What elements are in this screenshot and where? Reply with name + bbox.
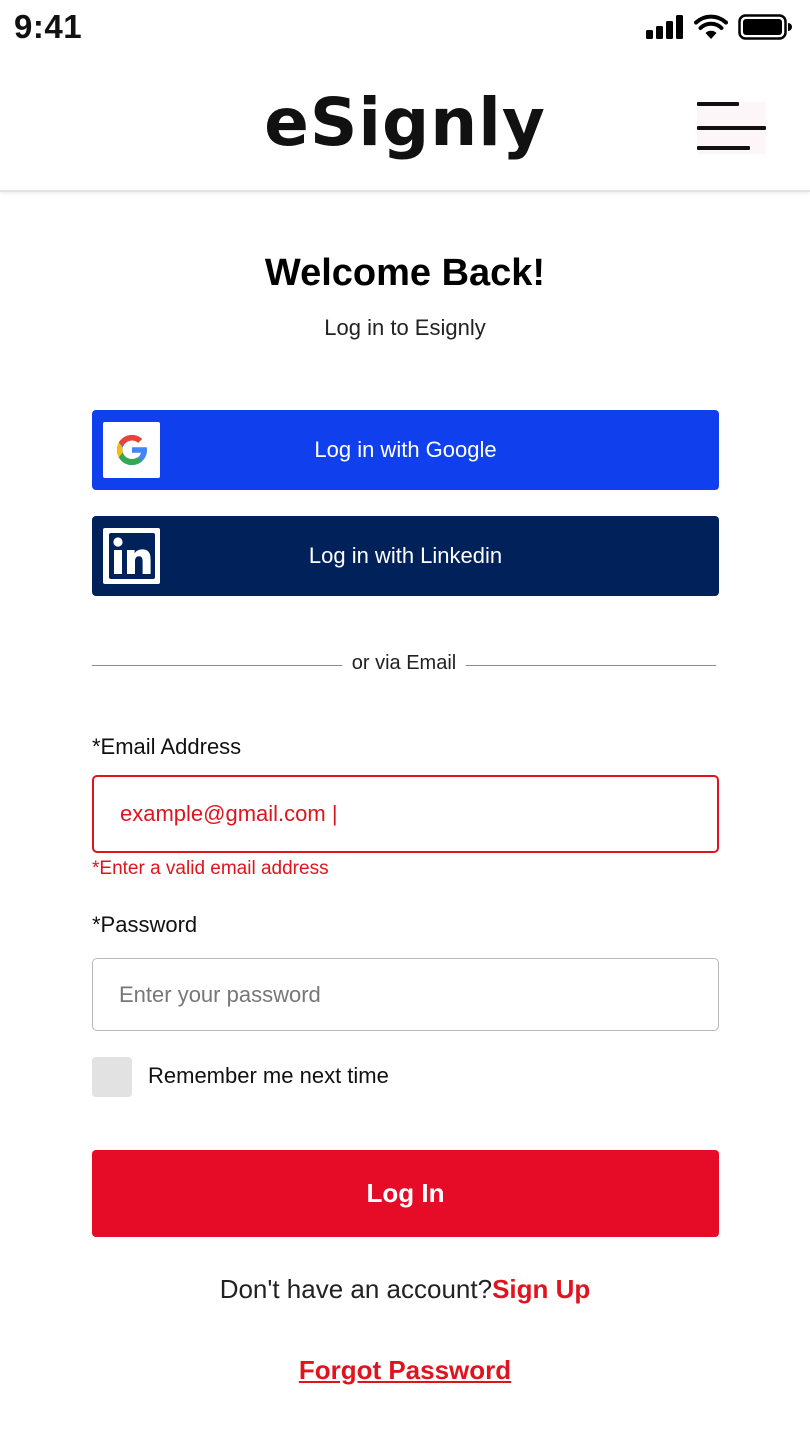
hamburger-menu-icon[interactable] [697, 102, 766, 154]
page-subtitle: Log in to Esignly [324, 315, 486, 340]
password-field[interactable]: Enter your password [92, 958, 719, 1031]
password-placeholder: Enter your password [119, 981, 321, 1007]
google-login-button[interactable]: Log in with Google [92, 410, 719, 490]
email-error-message: *Enter a valid email address [92, 858, 329, 879]
status-bar: 9:41 [0, 0, 810, 56]
login-button-label: Log In [366, 1178, 445, 1208]
remember-me-label[interactable]: Remember me next time [148, 1063, 389, 1089]
signup-prompt-row: Don't have an account?Sign Up [0, 1274, 810, 1305]
forgot-password-link[interactable]: Forgot Password [0, 1355, 810, 1386]
email-divider: or via Email [92, 652, 716, 678]
google-icon [103, 422, 160, 478]
signup-prompt-text: Don't have an account? [219, 1274, 493, 1304]
wifi-icon [694, 14, 728, 39]
page-title: Welcome Back! [264, 252, 546, 294]
login-button[interactable]: Log In [92, 1150, 719, 1237]
linkedin-icon [103, 528, 160, 584]
cellular-signal-icon [646, 15, 683, 39]
linkedin-login-button[interactable]: Log in with Linkedin [92, 516, 719, 596]
divider-text: or via Email [351, 652, 457, 674]
email-field-value: example@gmail.com | [120, 801, 338, 826]
battery-icon [738, 14, 792, 40]
email-label: *Email Address [92, 734, 242, 759]
app-header: eSignly [0, 56, 810, 192]
status-icons [646, 14, 792, 40]
esignly-logo[interactable]: eSignly [0, 84, 810, 161]
google-login-label: Log in with Google [314, 437, 497, 462]
email-field[interactable]: example@gmail.com | [92, 775, 719, 853]
status-time: 9:41 [14, 8, 83, 45]
password-label: *Password [92, 912, 198, 937]
signup-link[interactable]: Sign Up [492, 1274, 590, 1304]
linkedin-login-label: Log in with Linkedin [308, 543, 503, 568]
remember-me-checkbox[interactable] [92, 1057, 132, 1097]
